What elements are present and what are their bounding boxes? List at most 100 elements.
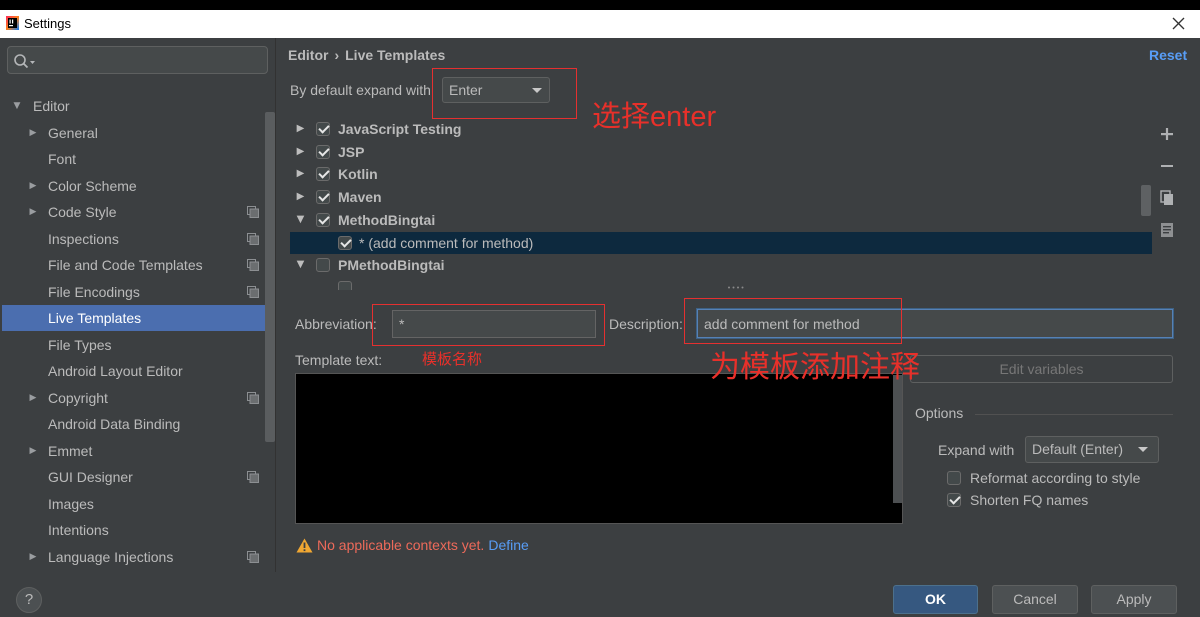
template-checkbox[interactable] [338, 281, 352, 290]
sidebar-item-intentions[interactable]: Intentions [2, 517, 275, 543]
screen-edge [0, 0, 1200, 10]
chevron-right-icon[interactable]: ▶ [27, 438, 39, 464]
splitter-handle[interactable] [727, 286, 745, 289]
template-group-row[interactable]: ▼ MethodBingtai [290, 209, 1152, 231]
chevron-right-icon[interactable]: ▶ [27, 173, 39, 199]
template-row[interactable]: * (add comment for method) [290, 232, 1152, 254]
chevron-down-icon[interactable]: ▼ [295, 209, 306, 231]
template-group-row[interactable]: ▶ JSP [290, 141, 1152, 163]
remove-icon[interactable] [1158, 157, 1176, 175]
group-label: JavaScript Testing [338, 121, 462, 137]
sidebar-item-general[interactable]: ▶ General [2, 120, 275, 146]
reformat-label[interactable]: Reformat according to style [970, 469, 1140, 487]
sidebar-item-language-injections[interactable]: ▶ Language Injections [2, 544, 275, 570]
breadcrumb-separator: › [334, 47, 340, 63]
chevron-down-icon [1138, 447, 1148, 452]
reformat-checkbox[interactable] [947, 471, 961, 485]
cancel-button[interactable]: Cancel [992, 585, 1078, 614]
apply-button[interactable]: Apply [1091, 585, 1177, 614]
warning-text: No applicable contexts yet. [317, 537, 485, 553]
sidebar-item-android-data-binding[interactable]: Android Data Binding [2, 411, 275, 437]
sidebar-item-android-layout-editor[interactable]: Android Layout Editor [2, 358, 275, 384]
help-button[interactable]: ? [16, 587, 42, 613]
sidebar-item-label: Intentions [48, 522, 109, 538]
settings-search-field[interactable] [7, 46, 268, 74]
search-input[interactable] [38, 50, 263, 70]
chevron-right-icon[interactable]: ▶ [27, 385, 39, 411]
template-checkbox[interactable] [338, 236, 352, 250]
shorten-fq-label[interactable]: Shorten FQ names [970, 491, 1088, 509]
sidebar-item-emmet[interactable]: ▶ Emmet [2, 438, 275, 464]
templates-tree[interactable]: ▶ JavaScript Testing ▶ JSP ▶ Kotlin ▶ Ma… [290, 118, 1152, 290]
expand-with-dropdown[interactable]: Default (Enter) [1025, 436, 1159, 463]
group-checkbox[interactable] [316, 258, 330, 272]
template-group-row[interactable]: ▶ JavaScript Testing [290, 118, 1152, 140]
sidebar-item-live-templates[interactable]: Live Templates [2, 305, 275, 331]
sidebar-item-copyright[interactable]: ▶ Copyright [2, 385, 275, 411]
sidebar-item-font[interactable]: Font [2, 146, 275, 172]
annotation-box-expand [432, 68, 577, 119]
chevron-right-icon[interactable]: ▶ [295, 186, 306, 208]
chevron-down-icon[interactable]: ▼ [11, 93, 23, 119]
sidebar-item-color-scheme[interactable]: ▶ Color Scheme [2, 173, 275, 199]
settings-sidebar: ▼ Editor ▶ General Font ▶ Color Scheme ▶… [0, 38, 276, 572]
edit-variables-button[interactable]: Edit variables [910, 355, 1173, 383]
chevron-right-icon[interactable]: ▶ [27, 120, 39, 146]
annotation-template-name: 模板名称 [422, 350, 483, 368]
sidebar-item-code-style[interactable]: ▶ Code Style [2, 199, 275, 225]
chevron-right-icon[interactable]: ▶ [295, 163, 306, 185]
options-title: Options [915, 405, 964, 421]
template-group-row[interactable]: ▶ Maven [290, 186, 1152, 208]
sidebar-item-label: Images [48, 496, 94, 512]
chevron-down-icon[interactable]: ▼ [295, 254, 306, 276]
sidebar-item-label: GUI Designer [48, 469, 133, 485]
sidebar-item-label: Android Layout Editor [48, 363, 183, 379]
sidebar-item-images[interactable]: Images [2, 491, 275, 517]
sidebar-item-file-encodings[interactable]: File Encodings [2, 279, 275, 305]
template-group-row[interactable]: ▼ PMethodBingtai [290, 254, 1152, 276]
options-divider [975, 414, 1173, 415]
sidebar-scrollbar[interactable] [265, 112, 275, 442]
ok-button[interactable]: OK [893, 585, 978, 614]
chevron-right-icon[interactable]: ▶ [295, 118, 306, 140]
sidebar-item-label: Inspections [48, 231, 119, 247]
template-text-area[interactable] [295, 373, 903, 524]
add-icon[interactable] [1158, 125, 1176, 143]
sidebar-item-file-types[interactable]: File Types [2, 332, 275, 358]
group-checkbox[interactable] [316, 122, 330, 136]
group-label: Maven [338, 189, 382, 205]
annotation-box-description [684, 298, 902, 344]
annotation-choose-enter: 选择enter [592, 101, 717, 133]
copy-icon[interactable] [1158, 189, 1176, 207]
expand-with-label: Expand with [938, 442, 1015, 458]
group-checkbox[interactable] [316, 167, 330, 181]
group-label: Kotlin [338, 166, 378, 182]
sidebar-item-editor[interactable]: ▼ Editor [2, 93, 275, 119]
project-settings-icon [247, 206, 259, 218]
sidebar-item-label: Font [48, 151, 77, 167]
sidebar-item-gui-designer[interactable]: GUI Designer [2, 464, 275, 490]
reset-link[interactable]: Reset [1149, 46, 1187, 64]
group-checkbox[interactable] [316, 213, 330, 227]
sidebar-item-label: Color Scheme [48, 178, 137, 194]
template-text-scrollbar[interactable] [893, 375, 902, 503]
sidebar-item-label: Code Style [48, 204, 117, 220]
template-row-partial[interactable] [290, 277, 1152, 290]
template-group-row[interactable]: ▶ Kotlin [290, 163, 1152, 185]
close-icon[interactable] [1168, 13, 1190, 35]
chevron-right-icon[interactable]: ▶ [27, 544, 39, 570]
sidebar-item-label: File Types [48, 337, 112, 353]
group-checkbox[interactable] [316, 190, 330, 204]
sidebar-item-label: Live Templates [48, 310, 142, 326]
restore-icon[interactable] [1158, 221, 1176, 239]
templates-scrollbar[interactable] [1141, 185, 1151, 216]
sidebar-item-inspections[interactable]: Inspections [2, 226, 275, 252]
group-checkbox[interactable] [316, 145, 330, 159]
chevron-right-icon[interactable]: ▶ [295, 141, 306, 163]
sidebar-item-label: File Encodings [48, 284, 140, 300]
breadcrumb-parent[interactable]: Editor [288, 46, 328, 64]
shorten-fq-checkbox[interactable] [947, 493, 961, 507]
define-link[interactable]: Define [488, 537, 528, 553]
sidebar-item-file-and-code-templates[interactable]: File and Code Templates [2, 252, 275, 278]
chevron-right-icon[interactable]: ▶ [27, 199, 39, 225]
